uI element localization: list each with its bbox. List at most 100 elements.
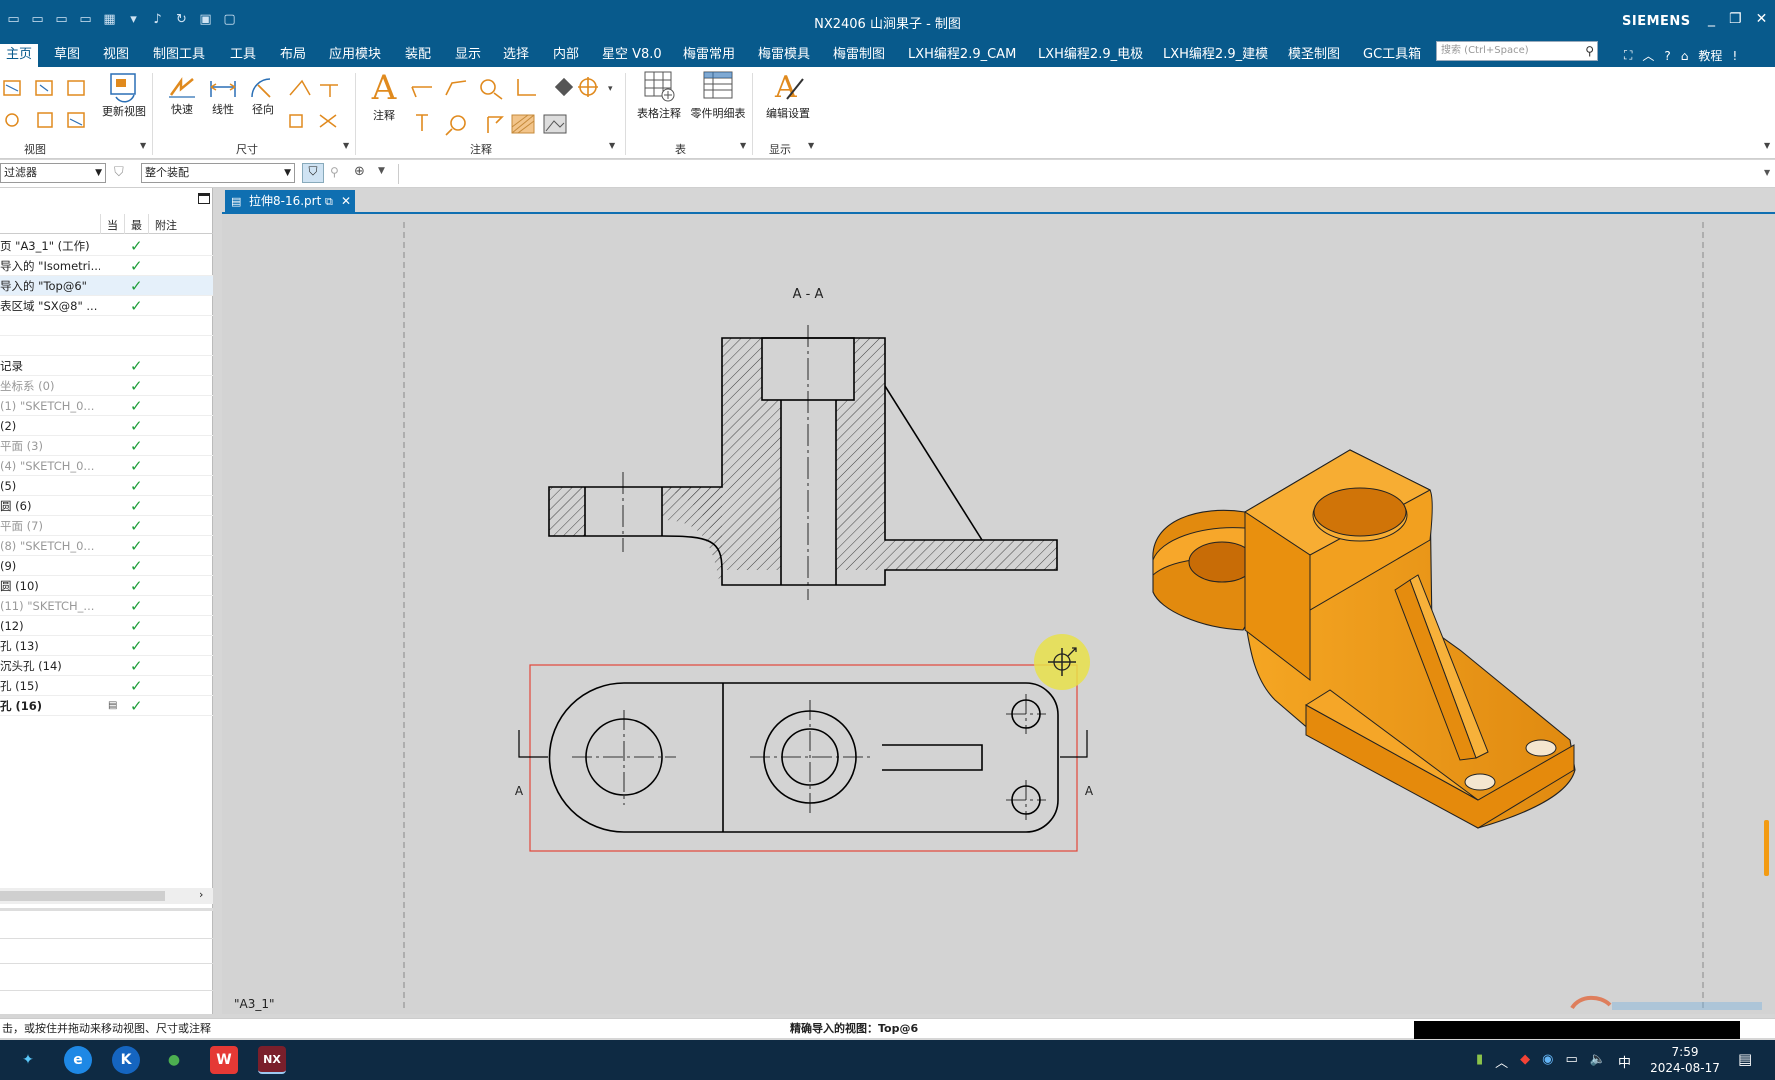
- annotation-tool-icons[interactable]: ▾: [408, 73, 618, 137]
- tree-row[interactable]: 导入的 "Isometri... ✓: [0, 256, 213, 276]
- display-group-dropdown-icon[interactable]: ▼: [808, 141, 814, 150]
- tree-row[interactable]: 孔 (16) ✓ ▤: [0, 696, 213, 716]
- view-group-dropdown-icon[interactable]: ▼: [140, 141, 146, 150]
- command-search-input[interactable]: 搜索 (Ctrl+Space) ⚲: [1436, 41, 1598, 61]
- ime-indicator[interactable]: 中: [1618, 1052, 1631, 1071]
- tree-row[interactable]: (8) "SKETCH_0... ✓: [0, 536, 213, 556]
- tree-row[interactable]: 圆 (10) ✓: [0, 576, 213, 596]
- show-hidden-icons-icon[interactable]: ︿: [1495, 1052, 1508, 1071]
- tab-gc-toolbox[interactable]: GC工具箱: [1363, 44, 1421, 67]
- tree-row[interactable]: 表区域 "SX@8" ... ✓: [0, 296, 213, 316]
- tab-lxh-cam[interactable]: LXH编程2.9_CAM: [908, 44, 1016, 67]
- horizontal-scrollbar[interactable]: ›: [0, 888, 213, 904]
- radial-dimension-button[interactable]: 径向: [245, 75, 281, 117]
- tree-row[interactable]: 沉头孔 (14) ✓: [0, 656, 213, 676]
- document-tab[interactable]: ▤ 拉伸8-16.prt ⧉ ✕: [225, 190, 355, 213]
- tree-row[interactable]: 孔 (15) ✓: [0, 676, 213, 696]
- scrollbar-thumb[interactable]: [0, 891, 165, 901]
- linear-dimension-button[interactable]: 线性: [205, 75, 241, 117]
- tree-row[interactable]: (5) ✓: [0, 476, 213, 496]
- maximize-panel-icon[interactable]: [198, 193, 210, 204]
- tree-row[interactable]: (4) "SKETCH_0... ✓: [0, 456, 213, 476]
- type-filter-select[interactable]: 过滤器 ▼: [0, 163, 106, 183]
- dimension-small-icons[interactable]: [286, 75, 346, 135]
- snap-point-icon[interactable]: ⊕: [354, 164, 365, 179]
- table-group-dropdown-icon[interactable]: ▼: [740, 141, 746, 150]
- tree-row[interactable]: (2) ✓: [0, 416, 213, 436]
- tree-row[interactable]: (12) ✓: [0, 616, 213, 636]
- edit-settings-button[interactable]: A 编辑设置: [760, 69, 816, 121]
- k-app-icon[interactable]: K: [112, 1046, 140, 1074]
- tray-app-icon[interactable]: ◆: [1520, 1052, 1530, 1071]
- alert-icon[interactable]: !: [1732, 49, 1737, 63]
- fullscreen-icon[interactable]: ⛶: [1624, 48, 1632, 63]
- tab-lxh-electrode[interactable]: LXH编程2.9_电极: [1038, 44, 1143, 67]
- wps-icon[interactable]: W: [210, 1046, 238, 1074]
- start-icon[interactable]: ✦: [14, 1046, 42, 1074]
- tree-row[interactable]: [0, 336, 213, 356]
- chevron-down-icon[interactable]: ▼: [378, 166, 385, 176]
- tab-lxh-modeling[interactable]: LXH编程2.9_建模: [1163, 44, 1268, 67]
- column-header-notes[interactable]: 附注: [155, 217, 177, 233]
- panel-splitter[interactable]: [0, 908, 213, 911]
- tab-meilei-mold[interactable]: 梅雷模具: [758, 44, 810, 67]
- note-button[interactable]: A 注释: [364, 69, 404, 123]
- annotation-group-dropdown-icon[interactable]: ▼: [609, 141, 615, 150]
- battery-icon[interactable]: ▮: [1476, 1052, 1483, 1071]
- scroll-right-icon[interactable]: ›: [199, 888, 203, 901]
- select-all-icon[interactable]: ⚲: [330, 165, 339, 179]
- tab-applications[interactable]: 应用模块: [329, 44, 381, 67]
- tab-mosheng-drafting[interactable]: 模圣制图: [1288, 44, 1340, 67]
- isometric-view[interactable]: [1152, 449, 1576, 829]
- drawing-canvas[interactable]: A - A A A "A3_1": [222, 214, 1775, 1014]
- tab-meilei-drafting[interactable]: 梅雷制图: [833, 44, 885, 67]
- tree-row[interactable]: 记录 ✓: [0, 356, 213, 376]
- column-header-current[interactable]: 当: [107, 217, 118, 233]
- restore-icon[interactable]: ❐: [1729, 11, 1742, 27]
- volume-icon[interactable]: 🔈: [1590, 1052, 1606, 1071]
- wechat-icon[interactable]: ●: [160, 1046, 188, 1074]
- tree-row[interactable]: (1) "SKETCH_0... ✓: [0, 396, 213, 416]
- notification-icon[interactable]: ▤: [1738, 1050, 1752, 1068]
- tab-meilei-common[interactable]: 梅雷常用: [683, 44, 735, 67]
- tree-row[interactable]: 孔 (13) ✓: [0, 636, 213, 656]
- vertical-scroll-indicator[interactable]: [1764, 820, 1769, 876]
- tab-drafting-tools[interactable]: 制图工具: [153, 44, 205, 67]
- parts-list-button[interactable]: 零件明细表: [688, 69, 748, 121]
- column-header-latest[interactable]: 最: [131, 217, 142, 233]
- minimize-icon[interactable]: _: [1708, 11, 1715, 27]
- tab-assembly[interactable]: 装配: [405, 44, 431, 67]
- tree-row[interactable]: (11) "SKETCH_... ✓: [0, 596, 213, 616]
- detach-tab-icon[interactable]: ⧉: [325, 190, 333, 213]
- tree-row[interactable]: 页 "A3_1" (工作) ✓: [0, 236, 213, 256]
- section-view-aa[interactable]: A - A: [548, 287, 1058, 600]
- tree-row[interactable]: 坐标系 (0) ✓: [0, 376, 213, 396]
- drawing-sheet[interactable]: A - A A A "A3_1": [222, 214, 1775, 1014]
- display-tray-icon[interactable]: ▭: [1566, 1052, 1578, 1071]
- ribbon-options-icon[interactable]: ▼: [1764, 141, 1770, 150]
- selection-scope-select[interactable]: 整个装配 ▼: [141, 163, 295, 183]
- tab-xingkong[interactable]: 星空 V8.0: [602, 44, 662, 67]
- tree-row[interactable]: 圆 (6) ✓: [0, 496, 213, 516]
- update-view-button[interactable]: 更新视图: [98, 71, 150, 119]
- clock[interactable]: 7:59 2024-08-17: [1640, 1044, 1730, 1076]
- nx-app-icon[interactable]: NX: [258, 1046, 286, 1074]
- collapse-ribbon-icon[interactable]: ︿: [1642, 47, 1654, 64]
- close-icon[interactable]: ✕: [1756, 11, 1768, 27]
- tree-row[interactable]: [0, 316, 213, 336]
- search-icon[interactable]: ⚲: [1585, 42, 1594, 60]
- tab-home[interactable]: 主页: [0, 44, 39, 67]
- filter-icon[interactable]: ⛉: [114, 165, 124, 180]
- browser-icon[interactable]: e: [64, 1046, 92, 1074]
- tabular-note-button[interactable]: 表格注释: [632, 69, 686, 121]
- network-tray-icon[interactable]: ◉: [1542, 1052, 1553, 1071]
- close-tab-icon[interactable]: ✕: [341, 190, 351, 213]
- tab-internal[interactable]: 内部: [553, 44, 579, 67]
- tree-row[interactable]: 平面 (3) ✓: [0, 436, 213, 456]
- dimension-group-dropdown-icon[interactable]: ▼: [343, 141, 349, 150]
- top-view[interactable]: A A: [515, 664, 1094, 852]
- help-icon[interactable]: ?: [1664, 49, 1670, 63]
- view-group-icons[interactable]: [0, 73, 100, 135]
- tutorial-label[interactable]: 教程: [1698, 47, 1722, 64]
- tree-row[interactable]: 平面 (7) ✓: [0, 516, 213, 536]
